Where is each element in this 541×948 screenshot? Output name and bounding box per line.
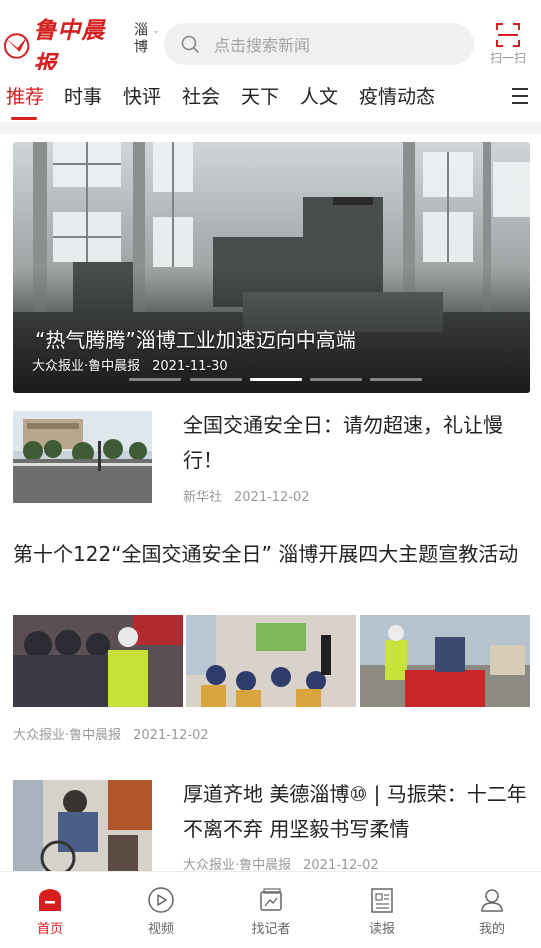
news-image-group [13,615,530,707]
news-thumbnail [13,411,152,503]
tab-humanities[interactable]: 人文 [300,82,338,109]
nav-profile[interactable]: 我的 [462,886,522,937]
news-source: 大众报业·鲁中晨报 [13,728,122,743]
search-placeholder: 点击搜索新闻 [214,36,311,55]
tab-society[interactable]: 社会 [182,82,220,109]
news-item[interactable]: 第十个122“全国交通安全日” 淄博开展四大主题宣教活动 大众报业·鲁中晨报 2… [13,537,530,747]
city-label: 淄博 [132,22,148,56]
news-title: 厚道齐地 美德淄博⑩ | 马振荣：十二年不离不弃 用坚毅书写柔情 [183,782,527,841]
category-tabs: 推荐 时事 快评 社会 天下 人文 疫情动态 [0,70,541,122]
news-meta: 大众报业·鲁中晨报 2021-12-02 [13,724,209,743]
news-source: 新华社 [183,490,223,505]
nav-video[interactable]: 视频 [131,886,191,937]
carousel-dot[interactable] [129,378,181,381]
carousel-indicator [129,378,429,382]
nav-newspaper-label: 读报 [368,922,395,937]
news-date: 2021-12-02 [133,728,209,743]
nav-home-label: 首页 [36,922,63,937]
search-bar[interactable]: 点击搜索新闻 [164,23,474,65]
news-item[interactable]: 全国交通安全日：请勿超速，礼让慢行！ 新华社 2021-12-02 [13,411,530,511]
profile-icon [481,889,503,912]
section-divider [0,122,541,134]
banner-date: 2021-11-30 [152,359,228,374]
nav-reporter[interactable]: 找记者 [241,886,301,937]
nav-profile-label: 我的 [478,922,505,937]
tab-recommend[interactable]: 推荐 [6,82,44,109]
news-date: 2021-12-02 [234,490,310,505]
banner-title: “热气腾腾”淄博工业加速迈向中高端 [35,328,356,352]
tab-epidemic[interactable]: 疫情动态 [359,82,435,109]
logo-emblem-icon [3,33,30,59]
bottom-navigation: 首页 视频 找记者 读报 我的 [0,871,541,948]
tab-current-affairs[interactable]: 时事 [64,82,102,109]
video-icon [148,887,174,913]
headline-carousel[interactable]: “热气腾腾”淄博工业加速迈向中高端 大众报业·鲁中晨报 2021-11-30 [13,142,530,393]
news-image [13,615,183,707]
newspaper-icon [371,888,393,913]
news-title: 全国交通安全日：请勿超速，礼让慢行！ [183,413,503,472]
active-tab-indicator [11,117,37,120]
banner-source: 大众报业·鲁中晨报 [32,359,141,374]
city-selector[interactable]: 淄博 ⌄ [132,22,160,66]
carousel-dot[interactable] [190,378,242,381]
scan-button[interactable]: 扫一扫 [484,22,532,68]
app-header: 鲁中晨报 淄博 ⌄ 点击搜索新闻 扫一扫 [0,0,541,78]
nav-newspaper[interactable]: 读报 [352,886,412,937]
nav-reporter-label: 找记者 [251,922,291,937]
banner-meta: 大众报业·鲁中晨报 2021-11-30 [32,355,228,374]
nav-video-label: 视频 [147,922,174,937]
news-image [360,615,530,707]
nav-home[interactable]: 首页 [20,886,80,937]
tab-quick-review[interactable]: 快评 [123,82,161,109]
search-icon [181,35,199,53]
carousel-dot-active[interactable] [250,378,302,381]
news-item[interactable]: 厚道齐地 美德淄博⑩ | 马振荣：十二年不离不弃 用坚毅书写柔情 大众报业·鲁中… [13,780,530,873]
carousel-dot[interactable] [370,378,422,381]
news-meta: 新华社 2021-12-02 [183,486,310,505]
menu-icon[interactable] [512,88,532,104]
news-title: 第十个122“全国交通安全日” 淄博开展四大主题宣教活动 [13,542,519,566]
home-icon [39,889,61,911]
tab-world[interactable]: 天下 [241,82,279,109]
reporter-icon [260,888,282,911]
logo-text: 鲁中晨报 [33,17,106,78]
carousel-dot[interactable] [310,378,362,381]
app-logo[interactable]: 鲁中晨报 [2,17,127,78]
chevron-down-icon: ⌄ [152,26,160,36]
scan-icon [496,23,520,47]
news-thumbnail [13,780,152,872]
news-image [186,615,356,707]
scan-label: 扫一扫 [489,51,526,65]
